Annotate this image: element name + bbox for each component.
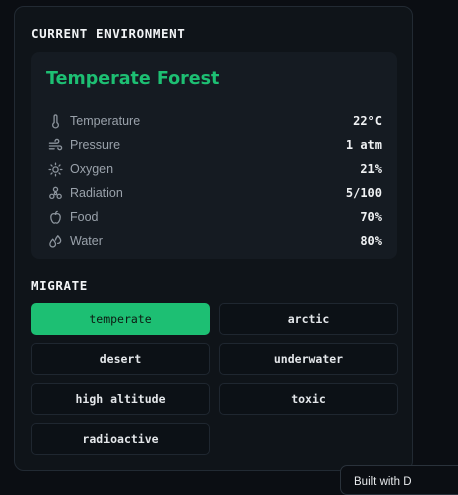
built-with-badge[interactable]: Built with D: [340, 465, 458, 495]
thermometer-icon: [46, 112, 64, 130]
migrate-underwater-button[interactable]: underwater: [219, 343, 398, 375]
droplets-icon: [46, 232, 64, 250]
stat-oxygen: Oxygen 21%: [46, 159, 382, 179]
migrate-arctic-button[interactable]: arctic: [219, 303, 398, 335]
stat-radiation: Radiation 5/100: [46, 183, 382, 203]
radiation-icon: [46, 184, 64, 202]
migrate-heading: MIGRATE: [31, 278, 88, 293]
wind-icon: [46, 136, 64, 154]
apple-icon: [46, 208, 64, 226]
current-environment-heading: CURRENT ENVIRONMENT: [31, 26, 186, 41]
stat-water: Water 80%: [46, 231, 382, 251]
stat-food: Food 70%: [46, 207, 382, 227]
environment-panel: CURRENT ENVIRONMENT Temperate Forest Tem…: [14, 6, 413, 471]
stat-label: Pressure: [70, 138, 121, 152]
stat-value: 70%: [360, 210, 382, 224]
sun-icon: [46, 160, 64, 178]
stat-value: 5/100: [345, 186, 382, 200]
stat-label: Temperature: [70, 114, 141, 128]
stat-value: 21%: [360, 162, 382, 176]
stat-value: 1 atm: [345, 138, 382, 152]
stat-label: Oxygen: [70, 162, 114, 176]
biome-name: Temperate Forest: [46, 69, 220, 89]
migrate-radioactive-button[interactable]: radioactive: [31, 423, 210, 455]
migrate-high-altitude-button[interactable]: high altitude: [31, 383, 210, 415]
stat-pressure: Pressure 1 atm: [46, 135, 382, 155]
stat-temperature: Temperature 22°C: [46, 111, 382, 131]
migrate-temperate-button[interactable]: temperate: [31, 303, 210, 335]
stat-label: Food: [70, 210, 99, 224]
stat-value: 22°C: [353, 114, 382, 128]
migrate-desert-button[interactable]: desert: [31, 343, 210, 375]
stat-label: Radiation: [70, 186, 123, 200]
migrate-toxic-button[interactable]: toxic: [219, 383, 398, 415]
environment-card: Temperate Forest Temperature 22°C Pressu…: [31, 52, 397, 259]
stat-value: 80%: [360, 234, 382, 248]
stat-label: Water: [70, 234, 103, 248]
